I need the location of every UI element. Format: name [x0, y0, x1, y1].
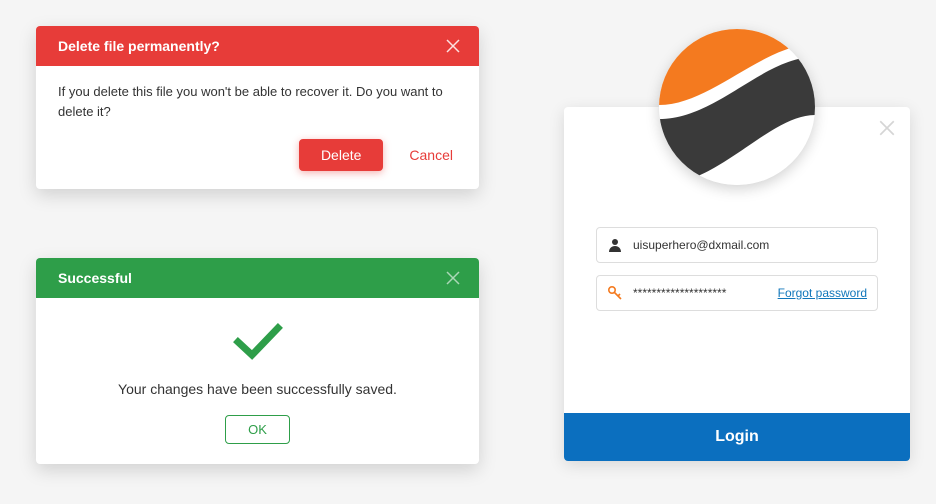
delete-button[interactable]: Delete: [299, 139, 383, 171]
password-field[interactable]: ******************** Forgot password: [596, 275, 878, 311]
email-field[interactable]: uisuperhero@dxmail.com: [596, 227, 878, 263]
check-icon: [232, 322, 284, 362]
logo-icon: [659, 29, 815, 185]
success-dialog-header: Successful: [36, 258, 479, 298]
delete-dialog-header: Delete file permanently?: [36, 26, 479, 66]
login-panel: uisuperhero@dxmail.com *****************…: [564, 107, 910, 461]
success-dialog: Successful Your changes have been succes…: [36, 258, 479, 464]
success-dialog-title: Successful: [58, 270, 132, 286]
close-icon[interactable]: [445, 270, 461, 286]
success-dialog-body: Your changes have been successfully save…: [36, 298, 479, 464]
forgot-password-link[interactable]: Forgot password: [778, 286, 867, 300]
delete-dialog-title: Delete file permanently?: [58, 38, 220, 54]
user-icon: [607, 237, 623, 253]
ok-button[interactable]: OK: [225, 415, 290, 444]
login-logo: [659, 29, 815, 185]
login-button[interactable]: Login: [564, 413, 910, 461]
close-icon[interactable]: [445, 38, 461, 54]
delete-dialog-footer: Delete Cancel: [36, 131, 479, 189]
delete-dialog-message: If you delete this file you won't be abl…: [36, 66, 479, 131]
cancel-button[interactable]: Cancel: [405, 139, 457, 171]
email-value: uisuperhero@dxmail.com: [633, 238, 867, 252]
delete-dialog: Delete file permanently? If you delete t…: [36, 26, 479, 189]
password-value: ********************: [633, 286, 770, 300]
close-icon[interactable]: [878, 119, 896, 137]
key-icon: [607, 285, 623, 301]
success-dialog-message: Your changes have been successfully save…: [56, 381, 459, 397]
